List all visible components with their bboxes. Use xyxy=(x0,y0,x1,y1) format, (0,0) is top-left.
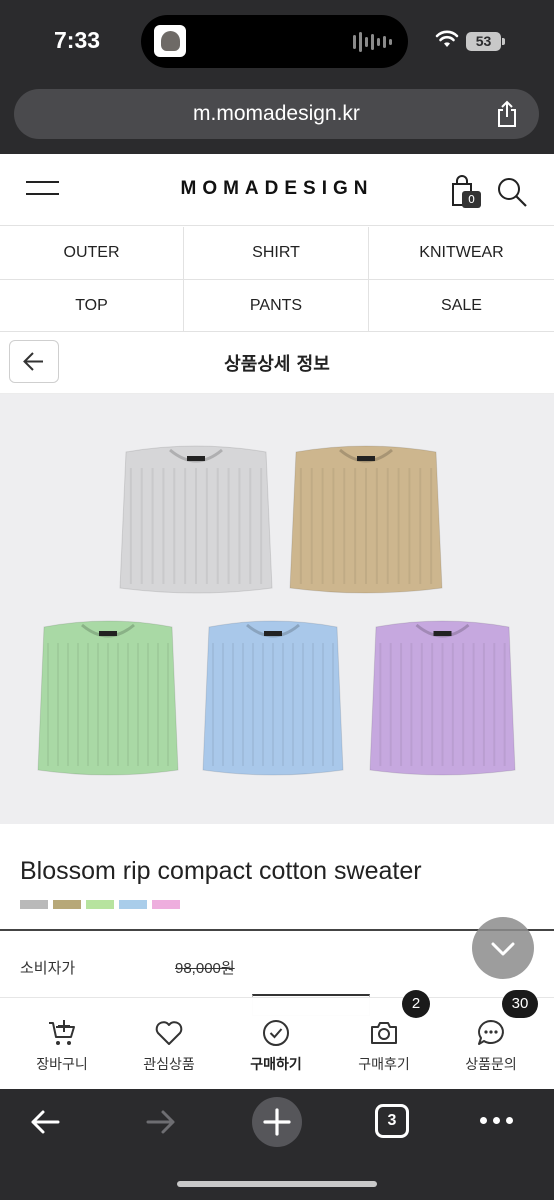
category-top[interactable]: TOP xyxy=(0,279,184,331)
action-label: 구매후기 xyxy=(358,1057,410,1073)
url-text: m.momadesign.kr xyxy=(193,102,360,125)
dynamic-island xyxy=(141,15,408,68)
wifi-icon xyxy=(435,30,459,47)
category-pants[interactable]: PANTS xyxy=(184,279,369,331)
share-icon[interactable] xyxy=(495,100,519,128)
battery-indicator: 53 xyxy=(466,32,505,51)
swatch-beige xyxy=(53,900,81,909)
product-action-bar: 장바구니 관심상품 구매하기 구매후기 2 상품문의 30 xyxy=(0,990,554,1089)
site-header: MOMADESIGN 0 xyxy=(0,154,554,226)
color-swatches xyxy=(20,900,180,909)
browser-toolbar: 3 xyxy=(0,1089,554,1200)
action-reviews[interactable]: 구매후기 2 xyxy=(329,990,439,1089)
sweater-beige xyxy=(289,445,443,594)
search-icon[interactable] xyxy=(496,176,528,208)
browser-address-area: m.momadesign.kr xyxy=(0,82,554,154)
action-label: 상품문의 xyxy=(465,1057,517,1073)
sweater-blue xyxy=(202,620,344,776)
chat-icon xyxy=(478,1020,504,1045)
sweater-purple xyxy=(369,620,516,776)
arrow-left-icon[interactable] xyxy=(28,1105,62,1139)
tab-switcher-button[interactable]: 3 xyxy=(375,1104,409,1138)
category-nav: OUTER SHIRT KNITWEAR TOP PANTS SALE xyxy=(0,227,554,332)
cart-plus-icon xyxy=(49,1020,75,1045)
action-buy[interactable]: 구매하기 xyxy=(221,998,331,1089)
status-time: 7:33 xyxy=(54,27,101,53)
action-inquiry[interactable]: 상품문의 30 xyxy=(436,990,546,1089)
sweater-green xyxy=(37,620,179,776)
inquiry-count-badge: 30 xyxy=(502,990,538,1018)
swatch-purple xyxy=(152,900,180,909)
cart-count-badge: 0 xyxy=(462,191,481,208)
action-label: 관심상품 xyxy=(143,1057,195,1073)
scroll-down-button[interactable] xyxy=(472,917,534,979)
new-tab-button[interactable] xyxy=(252,1097,302,1147)
sweater-photo xyxy=(37,445,516,776)
category-sale[interactable]: SALE xyxy=(369,279,554,331)
audio-waveform-icon xyxy=(353,32,392,52)
check-circle-icon xyxy=(263,1020,289,1046)
address-bar[interactable]: m.momadesign.kr xyxy=(14,89,539,139)
web-content: MOMADESIGN 0 OUTER SHIRT KNITWEAR TOP PA… xyxy=(0,154,554,1089)
price-label: 소비자가 xyxy=(20,959,76,977)
more-icon[interactable] xyxy=(480,1117,513,1124)
product-name: Blossom rip compact cotton sweater xyxy=(20,857,422,885)
camera-icon xyxy=(371,1022,397,1044)
arrow-right-icon[interactable] xyxy=(144,1105,178,1139)
sweater-gray xyxy=(119,445,273,594)
category-shirt[interactable]: SHIRT xyxy=(184,227,369,279)
page-title: 상품상세 정보 xyxy=(224,354,330,375)
divider xyxy=(0,929,554,931)
now-playing-thumbnail xyxy=(154,25,186,57)
home-indicator xyxy=(177,1181,377,1187)
price-value: 98,000원 xyxy=(175,960,235,977)
action-cart[interactable]: 장바구니 xyxy=(7,998,117,1089)
action-label: 장바구니 xyxy=(36,1057,88,1073)
status-bar: 7:33 53 xyxy=(0,0,554,82)
detail-title-bar: 상품상세 정보 xyxy=(0,332,554,394)
swatch-blue xyxy=(119,900,147,909)
action-label: 구매하기 xyxy=(250,1057,302,1073)
product-image[interactable] xyxy=(0,394,554,824)
chevron-down-icon xyxy=(491,942,515,956)
action-wishlist[interactable]: 관심상품 xyxy=(114,998,224,1089)
heart-icon xyxy=(155,1021,183,1045)
swatch-gray xyxy=(20,900,48,909)
plus-icon xyxy=(263,1108,291,1136)
category-knitwear[interactable]: KNITWEAR xyxy=(369,227,554,279)
review-count-badge: 2 xyxy=(402,990,430,1018)
category-outer[interactable]: OUTER xyxy=(0,227,184,279)
swatch-green xyxy=(86,900,114,909)
